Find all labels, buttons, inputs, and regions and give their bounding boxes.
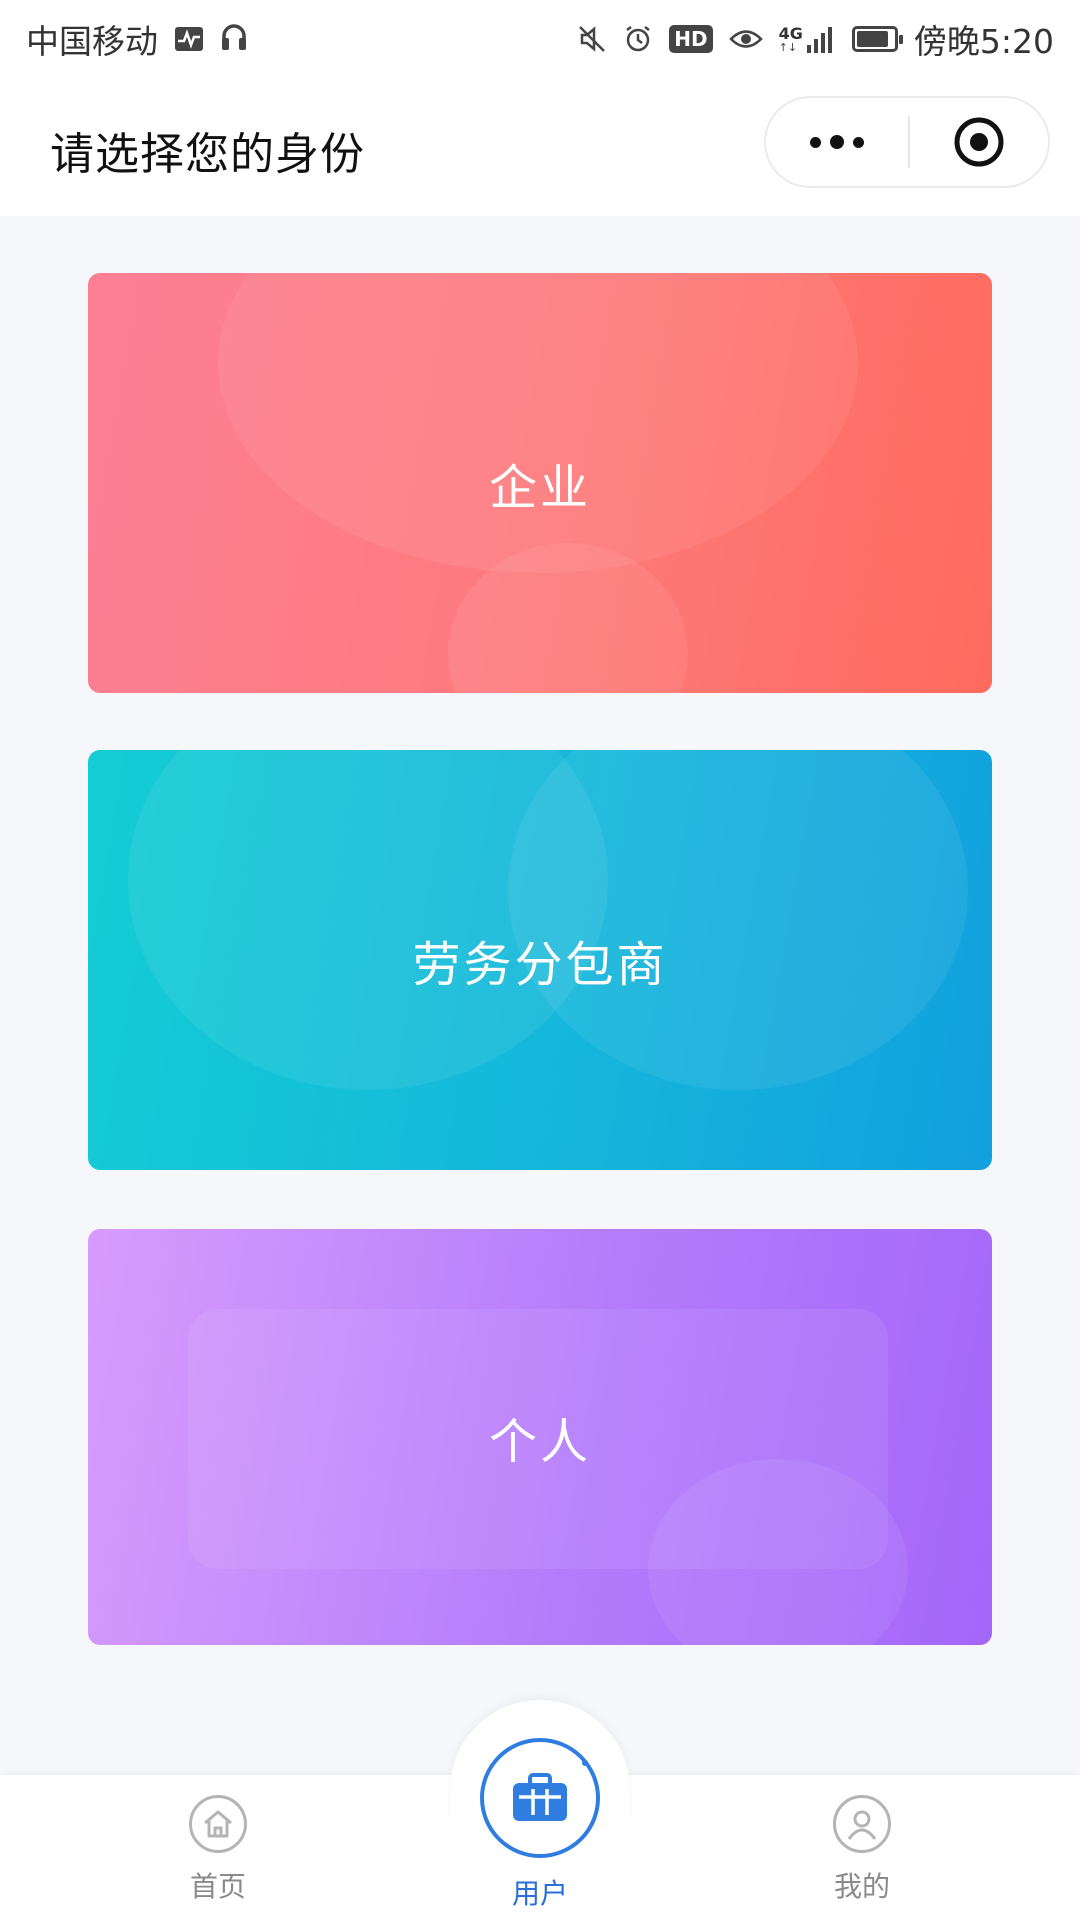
hd-icon: HD xyxy=(669,25,713,53)
identity-card-subcontractor[interactable]: 劳务分包商 xyxy=(88,750,992,1170)
card-decor xyxy=(508,750,968,1090)
signal-icon: 4G ↑↓ xyxy=(779,25,836,53)
tab-user[interactable]: 用户 xyxy=(480,1738,600,1912)
page-title: 请选择您的身份 xyxy=(50,129,365,180)
status-time: 傍晚5:20 xyxy=(913,22,1054,61)
eye-icon xyxy=(728,26,763,52)
battery-level xyxy=(856,31,888,47)
status-right: HD 4G ↑↓ 傍晚5:20 xyxy=(577,15,1054,63)
battery-icon xyxy=(851,26,903,52)
card-label: 企业 xyxy=(488,460,591,516)
activity-icon xyxy=(174,26,204,52)
carrier-name: 中国移动 xyxy=(26,22,158,61)
more-dots-icon-right xyxy=(853,136,864,148)
headset-icon xyxy=(220,24,248,54)
card-label: 个人 xyxy=(488,1414,591,1470)
briefcase-icon xyxy=(480,1738,600,1858)
mute-icon xyxy=(577,24,607,54)
home-icon xyxy=(189,1795,247,1853)
identity-card-enterprise[interactable]: 企业 xyxy=(88,273,992,693)
card-label: 劳务分包商 xyxy=(412,937,668,993)
identity-card-individual[interactable]: 个人 xyxy=(88,1229,992,1645)
status-bar: 中国移动 HD 4G ↑↓ 傍晚5:20 xyxy=(0,0,1080,78)
status-left: 中国移动 xyxy=(26,15,248,63)
close-button[interactable] xyxy=(910,98,1048,186)
alarm-icon xyxy=(623,24,653,54)
more-button[interactable] xyxy=(766,98,908,186)
nav-header: 请选择您的身份 xyxy=(0,78,1080,216)
tab-home[interactable]: 首页 xyxy=(168,1795,268,1905)
person-icon xyxy=(833,1795,891,1853)
tab-mine[interactable]: 我的 xyxy=(812,1795,912,1905)
close-target-icon xyxy=(954,117,1004,167)
card-decor xyxy=(218,273,858,573)
tab-label: 用户 xyxy=(511,1877,568,1910)
more-dots-icon-center xyxy=(830,135,844,149)
tab-label: 首页 xyxy=(189,1870,246,1903)
mini-program-capsule xyxy=(764,96,1050,188)
tab-label: 我的 xyxy=(833,1870,890,1903)
more-dots-icon xyxy=(810,136,821,148)
network-type: 4G xyxy=(778,23,803,43)
